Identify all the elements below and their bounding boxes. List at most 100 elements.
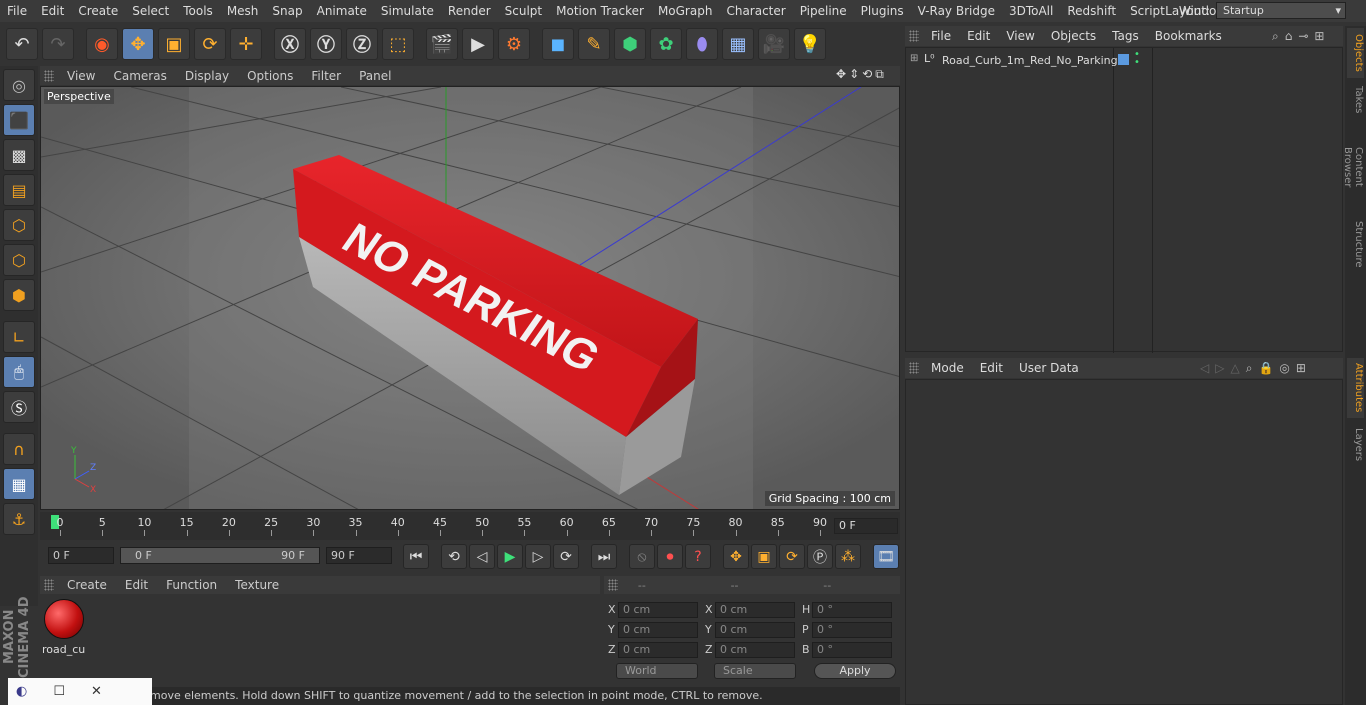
home-icon[interactable]: ⌂ xyxy=(1285,29,1293,44)
maximize-icon[interactable]: ⧉ xyxy=(875,67,884,82)
pen-icon[interactable]: ✎ xyxy=(578,28,610,60)
menu-sculpt[interactable]: Sculpt xyxy=(498,0,549,22)
tab-objects[interactable]: Objects xyxy=(1347,28,1364,78)
points-mode-icon[interactable]: ⬡ xyxy=(3,209,35,241)
viewport-menu-options[interactable]: Options xyxy=(238,69,302,83)
redo-icon[interactable]: ↷ xyxy=(42,28,74,60)
undo-icon[interactable]: ↶ xyxy=(6,28,38,60)
cloner-icon[interactable]: ✿ xyxy=(650,28,682,60)
coordinate-field[interactable]: 0 cm xyxy=(618,622,698,638)
end-frame-field[interactable]: 90 F xyxy=(326,547,392,564)
menu-render[interactable]: Render xyxy=(441,0,498,22)
coordinate-field[interactable]: 0 cm xyxy=(715,602,795,618)
menu-snap[interactable]: Snap xyxy=(265,0,309,22)
target-icon[interactable]: ◎ xyxy=(1279,361,1289,376)
current-frame-field[interactable]: 0 F xyxy=(834,518,898,534)
search-icon[interactable]: ⌕ xyxy=(1272,29,1279,44)
coordinate-field[interactable]: 0 cm xyxy=(618,642,698,658)
tab-layers[interactable]: Layers xyxy=(1347,424,1364,461)
viewport-menu-cameras[interactable]: Cameras xyxy=(104,69,175,83)
go-to-end-icon[interactable]: ⏭ xyxy=(591,544,617,569)
orbit-icon[interactable]: ⟲ xyxy=(862,67,872,82)
tab-attributes[interactable]: Attributes xyxy=(1347,358,1364,418)
make-editable-icon[interactable]: ◎ xyxy=(3,69,35,101)
tab-content-browser[interactable]: Content Browser xyxy=(1342,122,1364,212)
key-scale-icon[interactable]: ▣ xyxy=(751,544,777,569)
tweak-mode-icon[interactable]: 🖱 xyxy=(3,356,35,388)
render-view-icon[interactable]: 🎬 xyxy=(426,28,458,60)
menu-character[interactable]: Character xyxy=(719,0,792,22)
world-dropdown[interactable]: World xyxy=(616,663,698,679)
range-slider[interactable]: 0 F 90 F xyxy=(120,547,320,564)
next-key-icon[interactable]: ⟳ xyxy=(553,544,579,569)
viewport-menu-display[interactable]: Display xyxy=(176,69,238,83)
auto-key-icon[interactable]: ? xyxy=(685,544,711,569)
menu-pipeline[interactable]: Pipeline xyxy=(793,0,854,22)
camera-icon[interactable]: 🎥 xyxy=(758,28,790,60)
menu-create[interactable]: Create xyxy=(71,0,125,22)
key-pla-icon[interactable]: ⁂ xyxy=(835,544,861,569)
material-name[interactable]: road_cu xyxy=(42,643,85,656)
record-icon[interactable]: ⏺ xyxy=(657,544,683,569)
forward-icon[interactable]: ▷ xyxy=(1215,361,1224,376)
material-preview[interactable] xyxy=(44,599,84,639)
edges-mode-icon[interactable]: ⬡ xyxy=(3,244,35,276)
key-move-icon[interactable]: ✥ xyxy=(723,544,749,569)
subdivision-icon[interactable]: ⬢ xyxy=(614,28,646,60)
object-menu-objects[interactable]: Objects xyxy=(1043,29,1104,43)
coordinate-system-icon[interactable]: ⬚ xyxy=(382,28,414,60)
scale-icon[interactable]: ▣ xyxy=(158,28,190,60)
x-axis-icon[interactable]: Ⓧ xyxy=(274,28,306,60)
menu-3dtoall[interactable]: 3DToAll xyxy=(1002,0,1060,22)
pan-icon[interactable]: ✥ xyxy=(836,67,846,82)
lock-icon[interactable]: 🔒 xyxy=(1258,361,1273,376)
new-panel-icon[interactable]: ⊞ xyxy=(1314,29,1324,44)
timeline-window-icon[interactable]: 🎞 xyxy=(873,544,899,569)
key-rotate-icon[interactable]: ⟳ xyxy=(779,544,805,569)
material-menu-create[interactable]: Create xyxy=(58,578,116,592)
back-icon[interactable]: ◁ xyxy=(1200,361,1209,376)
object-menu-view[interactable]: View xyxy=(998,29,1042,43)
search-icon[interactable]: ⌕ xyxy=(1246,361,1253,376)
tab-takes[interactable]: Takes xyxy=(1347,82,1364,118)
tab-structure[interactable]: Structure xyxy=(1347,216,1364,272)
polygons-mode-icon[interactable]: ⬢ xyxy=(3,279,35,311)
material-menu-edit[interactable]: Edit xyxy=(116,578,157,592)
recent-tool-icon[interactable]: ✛ xyxy=(230,28,262,60)
material-menu-texture[interactable]: Texture xyxy=(226,578,288,592)
menu-plugins[interactable]: Plugins xyxy=(854,0,911,22)
y-axis-icon[interactable]: Ⓨ xyxy=(310,28,342,60)
menu-edit[interactable]: Edit xyxy=(34,0,71,22)
solo-icon[interactable]: Ⓢ xyxy=(3,391,35,423)
material-menu-function[interactable]: Function xyxy=(157,578,226,592)
object-menu-tags[interactable]: Tags xyxy=(1104,29,1147,43)
coordinate-field[interactable]: 0 ° xyxy=(812,642,892,658)
next-frame-icon[interactable]: ▷ xyxy=(525,544,551,569)
menu-file[interactable]: File xyxy=(0,0,34,22)
close-icon[interactable]: ✕ xyxy=(91,684,102,699)
snap-icon[interactable]: ∩ xyxy=(3,433,35,465)
workplane-lock-icon[interactable]: ▦ xyxy=(3,468,35,500)
menu-tools[interactable]: Tools xyxy=(176,0,220,22)
locked-workplane-icon[interactable]: ⚓ xyxy=(3,503,35,535)
visibility-dots-icon[interactable]: • • xyxy=(1134,50,1140,68)
model-mode-icon[interactable]: ⬛ xyxy=(3,104,35,136)
object-item-name[interactable]: Road_Curb_1m_Red_No_Parking xyxy=(942,54,1118,67)
object-menu-edit[interactable]: Edit xyxy=(959,29,998,43)
viewport-menu-filter[interactable]: Filter xyxy=(302,69,350,83)
prev-key-icon[interactable]: ⟲ xyxy=(441,544,467,569)
layer-color-icon[interactable] xyxy=(1118,54,1129,65)
expand-icon[interactable]: ⊞ xyxy=(910,53,918,64)
object-menu-bookmarks[interactable]: Bookmarks xyxy=(1147,29,1230,43)
play-icon[interactable]: ▶ xyxy=(497,544,523,569)
menu-simulate[interactable]: Simulate xyxy=(374,0,441,22)
keyframe-selection-icon[interactable]: ⦸ xyxy=(629,544,655,569)
layout-dropdown[interactable]: Startup xyxy=(1216,2,1346,19)
new-panel-icon[interactable]: ⊞ xyxy=(1296,361,1306,376)
app-icon[interactable]: ◐ xyxy=(16,684,27,699)
scale-dropdown[interactable]: Scale xyxy=(714,663,796,679)
workplane-icon[interactable]: ▤ xyxy=(3,174,35,206)
menu-select[interactable]: Select xyxy=(125,0,176,22)
rotate-icon[interactable]: ⟳ xyxy=(194,28,226,60)
coordinate-field[interactable]: 0 cm xyxy=(618,602,698,618)
